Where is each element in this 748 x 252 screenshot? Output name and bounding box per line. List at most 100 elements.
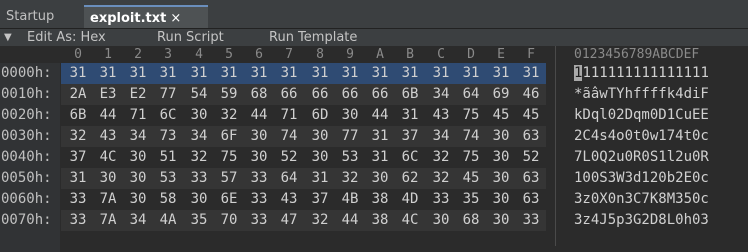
hex-byte[interactable]: 63 [516,189,546,210]
hex-byte[interactable]: 30 [365,168,395,189]
hex-byte[interactable]: 7A [93,189,123,210]
hex-byte[interactable]: 34 [184,126,214,147]
hex-byte[interactable]: 31 [214,63,244,84]
hex-byte[interactable]: 31 [516,63,546,84]
hex-byte[interactable]: 68 [244,84,274,105]
hex-byte[interactable]: 33 [426,189,456,210]
hex-byte[interactable]: 53 [335,147,365,168]
hex-byte[interactable]: 45 [486,105,516,126]
hex-byte[interactable]: 52 [516,147,546,168]
hex-byte[interactable]: 71 [274,105,304,126]
hex-byte[interactable]: 6D [305,105,335,126]
hex-byte[interactable]: E3 [93,84,123,105]
hex-byte[interactable]: 71 [123,105,153,126]
hex-byte[interactable]: 33 [244,168,274,189]
hex-byte[interactable]: 45 [456,168,486,189]
hex-byte[interactable]: 6F [214,126,244,147]
hex-byte[interactable]: 6B [63,105,93,126]
hex-byte[interactable]: 30 [486,147,516,168]
hex-byte[interactable]: E2 [123,84,153,105]
run-script-menu[interactable]: Run Script [157,29,224,46]
tab-startup[interactable]: Startup [0,5,80,28]
hex-byte[interactable]: 6C [153,105,183,126]
collapse-chevron-icon[interactable]: ▼ [4,29,12,46]
hex-byte[interactable]: 53 [153,168,183,189]
hex-byte[interactable]: 30 [335,105,365,126]
hex-byte[interactable]: 32 [335,168,365,189]
hex-byte[interactable]: 51 [153,147,183,168]
hex-byte[interactable]: 37 [395,126,425,147]
hex-byte[interactable]: 30 [184,105,214,126]
hex-byte[interactable]: 31 [486,63,516,84]
hex-byte[interactable]: 47 [274,210,304,231]
hex-byte[interactable]: 31 [365,63,395,84]
hex-byte[interactable]: 33 [244,210,274,231]
hex-byte[interactable]: 43 [274,189,304,210]
hex-byte[interactable]: 66 [335,84,365,105]
hex-byte[interactable]: 74 [274,126,304,147]
hex-byte[interactable]: 30 [426,210,456,231]
hex-byte[interactable]: 43 [93,126,123,147]
hex-byte[interactable]: 75 [214,147,244,168]
edit-as-menu[interactable]: Edit As: Hex [27,29,106,46]
hex-byte[interactable]: 73 [153,126,183,147]
hex-row[interactable]: 0030h: 32 43 34 73 34 6F 30 74 30 77 31 37 34 74 30 63 2C… [0,126,748,147]
hex-byte[interactable]: 4C [93,147,123,168]
hex-byte[interactable]: 4D [395,189,425,210]
hex-byte[interactable]: 75 [456,105,486,126]
row-ascii[interactable]: kDql02Dqm0D1CuEE [574,105,709,126]
hex-byte[interactable]: 31 [305,168,335,189]
hex-byte[interactable]: 64 [456,84,486,105]
hex-byte[interactable]: 31 [395,105,425,126]
hex-byte[interactable]: 63 [516,126,546,147]
tab-exploit-txt[interactable]: exploit.txt × [84,5,208,28]
hex-byte[interactable]: 66 [305,84,335,105]
hex-byte[interactable]: 63 [516,168,546,189]
hex-byte[interactable]: 31 [335,63,365,84]
hex-row[interactable]: 0020h: 6B 44 71 6C 30 32 44 71 6D 30 44 31 43 75 45 45 kD… [0,105,748,126]
row-ascii[interactable]: 1111111111111111 [574,63,709,84]
hex-byte[interactable]: 38 [365,210,395,231]
hex-byte[interactable]: 32 [305,210,335,231]
hex-byte[interactable]: 30 [244,147,274,168]
hex-byte[interactable]: 52 [274,147,304,168]
hex-byte[interactable]: 77 [335,126,365,147]
hex-byte[interactable]: 43 [426,105,456,126]
hex-byte[interactable]: 30 [305,126,335,147]
hex-byte[interactable]: 75 [456,147,486,168]
hex-byte[interactable]: 32 [63,126,93,147]
row-ascii[interactable]: 2C4s4o0t0w174t0c [574,126,709,147]
hex-byte[interactable]: 32 [184,147,214,168]
hex-byte[interactable]: 44 [244,105,274,126]
hex-byte[interactable]: 30 [305,147,335,168]
hex-row[interactable]: 0060h: 33 7A 30 58 30 6E 33 43 37 4B 38 4D 33 35 30 63 3z… [0,189,748,210]
hex-byte[interactable]: 6C [395,147,425,168]
hex-byte[interactable]: 2A [63,84,93,105]
hex-byte[interactable]: 30 [486,126,516,147]
hex-byte[interactable]: 30 [486,189,516,210]
hex-byte[interactable]: 32 [214,105,244,126]
hex-row[interactable]: 0080h: [0,231,748,252]
hex-byte[interactable]: 38 [365,189,395,210]
hex-row[interactable]: 0040h: 37 4C 30 51 32 75 30 52 30 53 31 6C 32 75 30 52 7L… [0,147,748,168]
hex-row[interactable]: 0070h: 33 7A 34 4A 35 70 33 47 32 44 38 4C 30 68 30 33 3z… [0,210,748,231]
close-icon[interactable]: × [170,11,181,26]
hex-byte[interactable]: 33 [516,210,546,231]
hex-byte[interactable]: 59 [214,84,244,105]
hex-byte[interactable]: 44 [365,105,395,126]
hex-byte[interactable]: 4C [395,210,425,231]
hex-byte[interactable]: 35 [456,189,486,210]
hex-byte[interactable]: 31 [153,63,183,84]
hex-byte[interactable]: 31 [123,63,153,84]
hex-byte[interactable]: 66 [365,84,395,105]
row-ascii[interactable]: *ãâwTYhffffk4diF [574,84,709,105]
hex-byte[interactable]: 31 [63,63,93,84]
hex-byte[interactable]: 31 [365,126,395,147]
hex-byte[interactable]: 31 [305,63,335,84]
hex-byte[interactable]: 31 [426,63,456,84]
hex-byte[interactable]: 66 [274,84,304,105]
hex-row[interactable]: 0000h: 31 31 31 31 31 31 31 31 31 31 31 31 31 31 31 31 11… [0,63,748,84]
hex-row[interactable]: 0050h: 31 30 30 53 33 57 33 64 31 32 30 62 32 45 30 63 10… [0,168,748,189]
run-template-menu[interactable]: Run Template [269,29,357,46]
hex-byte[interactable]: 68 [456,210,486,231]
